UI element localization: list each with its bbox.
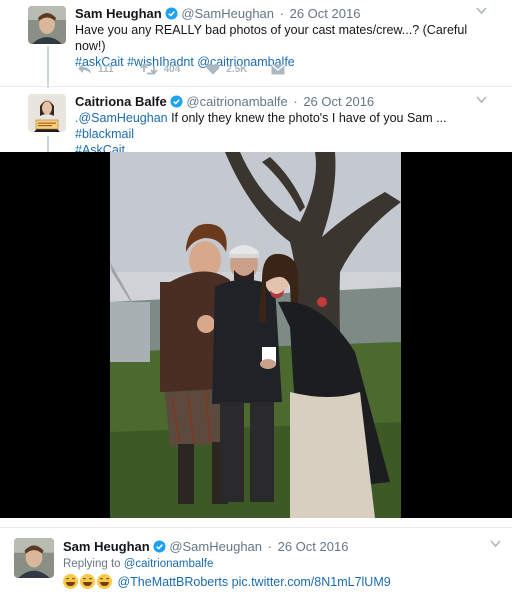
author-name[interactable]: Sam Heughan <box>75 6 162 21</box>
tweet-text-line: .@SamHeughan If only they knew the photo… <box>75 110 500 142</box>
attached-photo[interactable] <box>0 152 512 518</box>
author-handle[interactable]: @SamHeughan <box>169 539 262 554</box>
chevron-down-icon[interactable] <box>476 93 487 107</box>
author-handle[interactable]: @SamHeughan <box>181 6 274 21</box>
chevron-down-icon[interactable] <box>476 4 487 18</box>
like-icon <box>206 63 220 75</box>
reply-icon <box>78 64 91 74</box>
reply-button[interactable]: 111 <box>77 63 114 75</box>
retweet-count: 404 <box>163 63 181 75</box>
tweet-date[interactable]: 26 Oct 2016 <box>278 539 349 554</box>
message-icon <box>271 64 285 74</box>
replying-prefix: Replying to <box>63 558 124 570</box>
tweet-date[interactable]: 26 Oct 2016 <box>303 94 374 109</box>
author-handle[interactable]: @caitrionambalfe <box>186 94 287 109</box>
tweet-sam-1: Sam Heughan @SamHeughan · 26 Oct 2016 Ha… <box>0 0 512 86</box>
direct-message-button[interactable] <box>271 64 291 75</box>
separator-dot: · <box>279 6 284 21</box>
tweet-text-body: If only they knew the photo's I have of … <box>167 111 447 125</box>
author-name[interactable]: Sam Heughan <box>63 539 150 554</box>
tweet-sam-2: Sam Heughan @SamHeughan · 26 Oct 2016 Re… <box>0 528 512 604</box>
tweet-text: .@SamHeughan If only they knew the photo… <box>75 110 500 158</box>
thread-connector <box>47 136 49 152</box>
thread-connector <box>47 46 49 88</box>
grinning-face-emoji-icon <box>63 574 78 589</box>
retweet-button[interactable]: 404 <box>139 63 181 75</box>
verified-icon <box>153 540 166 557</box>
tweet-actions: 111 404 2.5K <box>77 63 311 75</box>
grinning-face-emoji-icon <box>80 574 95 589</box>
like-button[interactable]: 2.5K <box>206 63 247 75</box>
avatar[interactable] <box>14 538 54 578</box>
like-count: 2.5K <box>226 63 248 75</box>
mention-link[interactable]: .@SamHeughan <box>75 111 168 125</box>
grinning-face-emoji-icon <box>97 574 112 589</box>
tweet-text: @TheMattBRoberts pic.twitter.com/8N1mL7l… <box>63 574 503 590</box>
mention-link[interactable]: @TheMattBRoberts <box>117 575 228 589</box>
reply-count: 111 <box>98 63 114 75</box>
hashtag-link[interactable]: #blackmail <box>75 127 134 141</box>
separator-dot: · <box>267 539 272 554</box>
separator-dot: · <box>293 94 298 109</box>
tweet-date[interactable]: 26 Oct 2016 <box>290 6 361 21</box>
pic-link[interactable]: pic.twitter.com/8N1mL7lUM9 <box>232 575 391 589</box>
photo-image <box>0 152 512 518</box>
replying-to-link[interactable]: @caitrionambalfe <box>124 558 214 570</box>
retweet-icon <box>139 63 158 75</box>
avatar[interactable] <box>28 6 66 44</box>
avatar[interactable] <box>28 94 66 132</box>
tweet-header: Sam Heughan @SamHeughan · 26 Oct 2016 <box>63 539 348 557</box>
tweet-caitriona: Caitriona Balfe @caitrionambalfe · 26 Oc… <box>0 87 512 157</box>
replying-to: Replying to @caitrionambalfe <box>63 558 213 570</box>
tweet-text-line: Have you any REALLY bad photos of your c… <box>75 23 468 53</box>
author-name[interactable]: Caitriona Balfe <box>75 94 167 109</box>
chevron-down-icon[interactable] <box>490 537 501 551</box>
